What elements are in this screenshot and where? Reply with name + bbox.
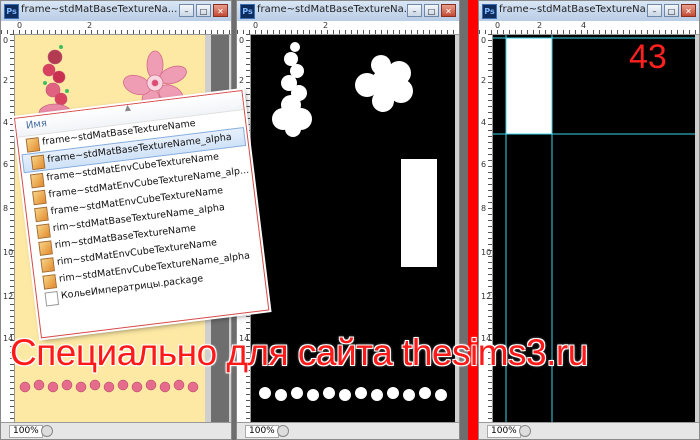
zoom-icon[interactable] [519,425,531,437]
minimize-button[interactable]: – [407,4,422,17]
ruler-label: 12 [3,292,14,301]
zoom-icon[interactable] [277,425,289,437]
close-button[interactable]: ✕ [213,4,228,17]
image-file-icon [36,223,51,239]
window-title: frame~stdMatBaseTextureNa... [257,4,414,15]
ruler-label: 6 [3,160,9,169]
image-file-icon [25,137,41,153]
close-button[interactable]: ✕ [681,4,696,17]
ruler-label: 0 [17,21,23,30]
status-bar: 100% [1,422,231,439]
ruler-label: 0 [3,36,9,45]
ruler-label: 2 [323,21,329,30]
document-window-2[interactable]: Ps frame~stdMatBaseTextureNa... – □ ✕ 0 … [236,0,460,440]
minimize-button[interactable]: – [179,4,194,17]
ruler-label: 8 [3,204,9,213]
badge-number: 43 [629,38,667,76]
ruler-label: 2 [3,76,9,85]
file-explorer-list[interactable]: ▲ Имя frame~stdMatBaseTextureName frame~s… [14,89,270,339]
photoshop-icon: Ps [240,4,255,19]
ruler-label: 0 [481,36,487,45]
window-titlebar[interactable]: Ps frame~stdMatBaseTextureNa... – □ ✕ [1,1,231,22]
status-bar: 100% [479,422,699,439]
ruler-label: 2 [481,76,487,85]
ruler-label: 2 [239,76,245,85]
ruler-label: 2 [87,21,93,30]
ruler-label: 0 [495,21,501,30]
horizontal-ruler[interactable]: 0 2 [1,21,231,35]
ruler-label: 4 [581,21,587,30]
ruler-label: 6 [481,160,487,169]
ruler-label: 4 [3,118,9,127]
ruler-label: 10 [481,248,492,257]
ruler-label: 4 [481,118,487,127]
status-bar: 100% [237,422,459,439]
window-title: frame~stdMatBaseTextureNa... [499,4,656,15]
horizontal-ruler[interactable]: 0 2 [237,21,459,35]
ruler-label: 2 [537,21,543,30]
zoom-level[interactable]: 100% [245,425,279,438]
zoom-icon[interactable] [41,425,53,437]
zoom-level[interactable]: 100% [9,425,43,438]
maximize-button[interactable]: □ [196,4,211,17]
image-file-icon [32,189,47,206]
watermark-text: Специально для сайта thesims3.ru [10,332,588,373]
horizontal-ruler[interactable]: 0 2 4 [479,21,699,35]
image-file-icon [42,274,58,290]
image-file-icon [34,206,49,223]
close-button[interactable]: ✕ [441,4,456,17]
photoshop-icon: Ps [482,4,497,19]
photoshop-icon: Ps [4,4,19,19]
ruler-label: 12 [481,292,492,301]
maximize-button[interactable]: □ [664,4,679,17]
image-file-icon [40,257,55,273]
ruler-label: 8 [481,204,487,213]
minimize-button[interactable]: – [647,4,662,17]
window-titlebar[interactable]: Ps frame~stdMatBaseTextureNa... – □ ✕ [479,1,699,22]
image-file-icon [38,240,53,256]
window-titlebar[interactable]: Ps frame~stdMatBaseTextureNa... – □ ✕ [237,1,459,22]
ruler-label: 10 [3,248,14,257]
ruler-label: 0 [253,21,259,30]
column-header-label: Имя [25,118,48,132]
image-file-icon [30,154,46,171]
image-file-icon [30,172,45,189]
document-icon [44,290,60,307]
window-title: frame~stdMatBaseTextureNa... [21,4,178,15]
red-separator [468,0,478,440]
ruler-label: 0 [239,36,245,45]
sort-chevron-icon: ▲ [124,102,132,113]
zoom-level[interactable]: 100% [487,425,521,438]
maximize-button[interactable]: □ [424,4,439,17]
